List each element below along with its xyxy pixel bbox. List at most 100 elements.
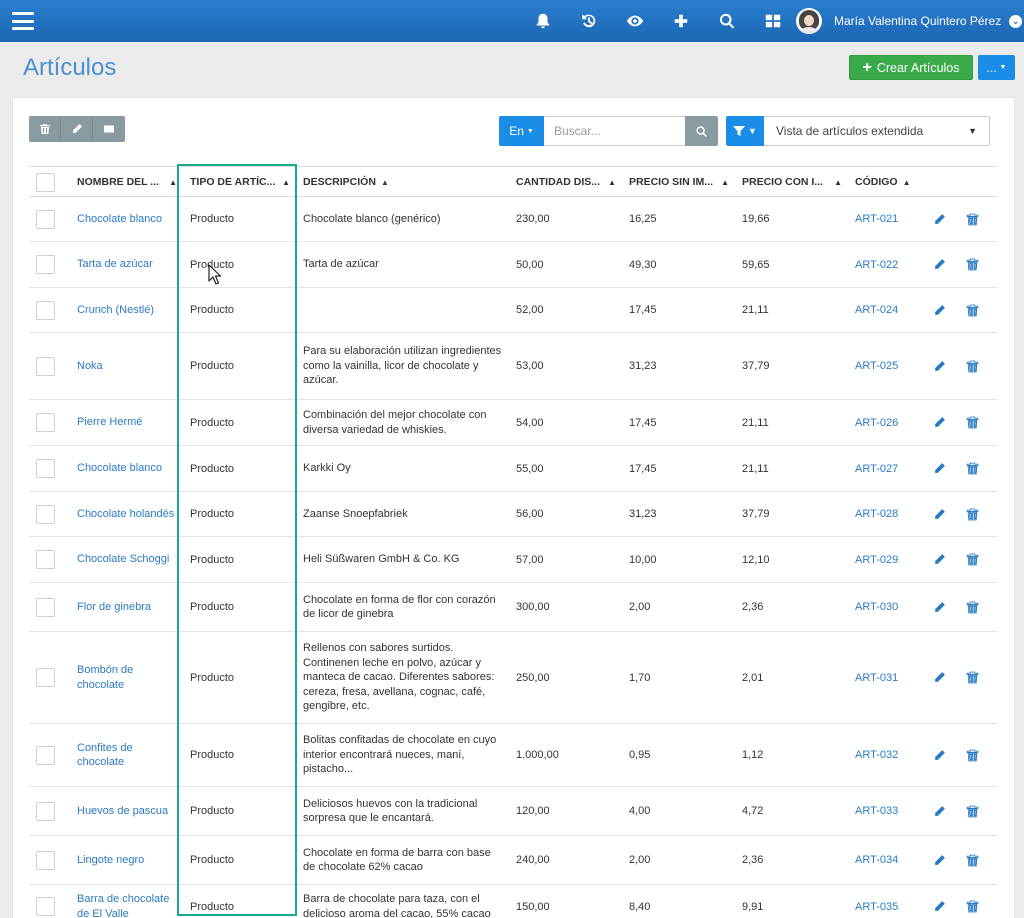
article-code-link[interactable]: ART-035: [855, 885, 898, 918]
column-header-quantity[interactable]: CANTIDAD DIS... ▲: [516, 167, 616, 197]
delete-row-button[interactable]: [966, 197, 979, 241]
article-name-link[interactable]: Pierre Hermé: [77, 400, 179, 445]
row-checkbox[interactable]: [36, 255, 55, 274]
edit-row-button[interactable]: [933, 446, 946, 491]
article-type: Producto: [190, 671, 235, 684]
history-icon[interactable]: [566, 0, 612, 42]
delete-row-button[interactable]: [966, 885, 979, 918]
article-code-link[interactable]: ART-030: [855, 583, 898, 631]
bell-icon[interactable]: [520, 0, 566, 42]
article-name-link[interactable]: Lingote negro: [77, 836, 179, 884]
select-all-checkbox[interactable]: [36, 172, 55, 192]
article-code-link[interactable]: ART-021: [855, 197, 898, 241]
edit-row-button[interactable]: [933, 787, 946, 835]
edit-row-button[interactable]: [933, 836, 946, 884]
row-checkbox[interactable]: [36, 897, 55, 916]
bulk-delete-button[interactable]: [29, 116, 61, 142]
article-code-link[interactable]: ART-026: [855, 400, 898, 445]
article-code-link[interactable]: ART-034: [855, 836, 898, 884]
article-name-link[interactable]: Noka: [77, 333, 179, 399]
delete-row-button[interactable]: [966, 446, 979, 491]
article-name-link[interactable]: Bombón de chocolate: [77, 632, 179, 723]
row-checkbox[interactable]: [36, 459, 55, 478]
edit-row-button[interactable]: [933, 583, 946, 631]
row-checkbox[interactable]: [36, 801, 55, 821]
article-code-link[interactable]: ART-024: [855, 288, 898, 332]
article-name-link[interactable]: Barra de chocolate de El Valle: [77, 885, 179, 918]
article-code-link[interactable]: ART-028: [855, 492, 898, 536]
article-name-link[interactable]: Tarta de azúcar: [77, 242, 179, 287]
delete-row-button[interactable]: [966, 537, 979, 582]
article-code-link[interactable]: ART-027: [855, 446, 898, 491]
hamburger-menu-icon[interactable]: [12, 12, 34, 30]
column-header-code[interactable]: CÓDIGO ▲: [855, 167, 911, 197]
article-quantity: 300,00: [516, 601, 550, 613]
edit-row-button[interactable]: [933, 288, 946, 332]
grid-icon[interactable]: [750, 0, 796, 42]
article-code-link[interactable]: ART-025: [855, 333, 898, 399]
edit-row-button[interactable]: [933, 242, 946, 287]
edit-row-button[interactable]: [933, 537, 946, 582]
filter-button[interactable]: ▼: [726, 116, 764, 146]
row-checkbox[interactable]: [36, 300, 55, 320]
row-checkbox[interactable]: [36, 356, 55, 376]
row-checkbox[interactable]: [36, 550, 55, 569]
column-header-price[interactable]: PRECIO SIN IM... ▲: [629, 167, 729, 197]
article-name-link[interactable]: Huevos de pascua: [77, 787, 179, 835]
article-code-link[interactable]: ART-029: [855, 537, 898, 582]
create-articles-button[interactable]: + Crear Artículos: [849, 55, 973, 80]
more-options-button[interactable]: ... ▼: [978, 55, 1015, 80]
article-code-link[interactable]: ART-031: [855, 632, 898, 723]
row-checkbox[interactable]: [36, 209, 55, 229]
plus-icon[interactable]: [658, 0, 704, 42]
row-checkbox[interactable]: [36, 504, 55, 524]
article-code-link[interactable]: ART-032: [855, 724, 898, 786]
delete-row-button[interactable]: [966, 583, 979, 631]
delete-row-button[interactable]: [966, 492, 979, 536]
article-name-link[interactable]: Flor de ginebra: [77, 583, 179, 631]
article-code-link[interactable]: ART-022: [855, 242, 898, 287]
chevron-down-icon[interactable]: ⌄: [1009, 14, 1023, 28]
article-description: Chocolate en forma de flor con corazón d…: [303, 593, 496, 621]
delete-row-button[interactable]: [966, 836, 979, 884]
row-checkbox[interactable]: [36, 597, 55, 617]
bulk-email-button[interactable]: [93, 116, 125, 142]
row-checkbox[interactable]: [36, 850, 55, 870]
edit-row-button[interactable]: [933, 197, 946, 241]
column-header-description[interactable]: DESCRIPCIÓN ▲: [303, 167, 389, 197]
edit-row-button[interactable]: [933, 724, 946, 786]
delete-row-button[interactable]: [966, 787, 979, 835]
delete-row-button[interactable]: [966, 333, 979, 399]
delete-row-button[interactable]: [966, 400, 979, 445]
search-language-button[interactable]: En ▼: [499, 116, 544, 146]
column-header-name[interactable]: NOMBRE DEL ... ▲: [77, 167, 177, 197]
edit-row-button[interactable]: [933, 492, 946, 536]
row-checkbox[interactable]: [36, 668, 55, 687]
eye-icon[interactable]: [612, 0, 658, 42]
article-name-link[interactable]: Crunch (Nestlé): [77, 288, 179, 332]
bulk-edit-button[interactable]: [61, 116, 93, 142]
edit-row-button[interactable]: [933, 885, 946, 918]
search-icon[interactable]: [704, 0, 750, 42]
edit-row-button[interactable]: [933, 632, 946, 723]
edit-row-button[interactable]: [933, 400, 946, 445]
delete-row-button[interactable]: [966, 288, 979, 332]
view-select[interactable]: Vista de artículos extendida ▼: [764, 116, 990, 146]
column-header-price-tax[interactable]: PRECIO CON I... ▲: [742, 167, 842, 197]
article-name-link[interactable]: Confites de chocolate: [77, 724, 179, 786]
article-name-link[interactable]: Chocolate blanco: [77, 446, 179, 491]
search-button[interactable]: [685, 116, 718, 146]
article-name-link[interactable]: Chocolate blanco: [77, 197, 179, 241]
article-name-link[interactable]: Chocolate holandés: [77, 492, 179, 536]
edit-row-button[interactable]: [933, 333, 946, 399]
article-code-link[interactable]: ART-033: [855, 787, 898, 835]
column-header-type[interactable]: TIPO DE ARTÍC... ▲: [190, 167, 290, 197]
row-checkbox[interactable]: [36, 413, 55, 432]
delete-row-button[interactable]: [966, 632, 979, 723]
user-menu[interactable]: María Valentina Quintero Pérez ⌄: [796, 7, 1023, 35]
delete-row-button[interactable]: [966, 242, 979, 287]
delete-row-button[interactable]: [966, 724, 979, 786]
search-input[interactable]: [544, 116, 685, 146]
row-checkbox[interactable]: [36, 745, 55, 765]
article-name-link[interactable]: Chocolate Schoggi: [77, 537, 179, 582]
